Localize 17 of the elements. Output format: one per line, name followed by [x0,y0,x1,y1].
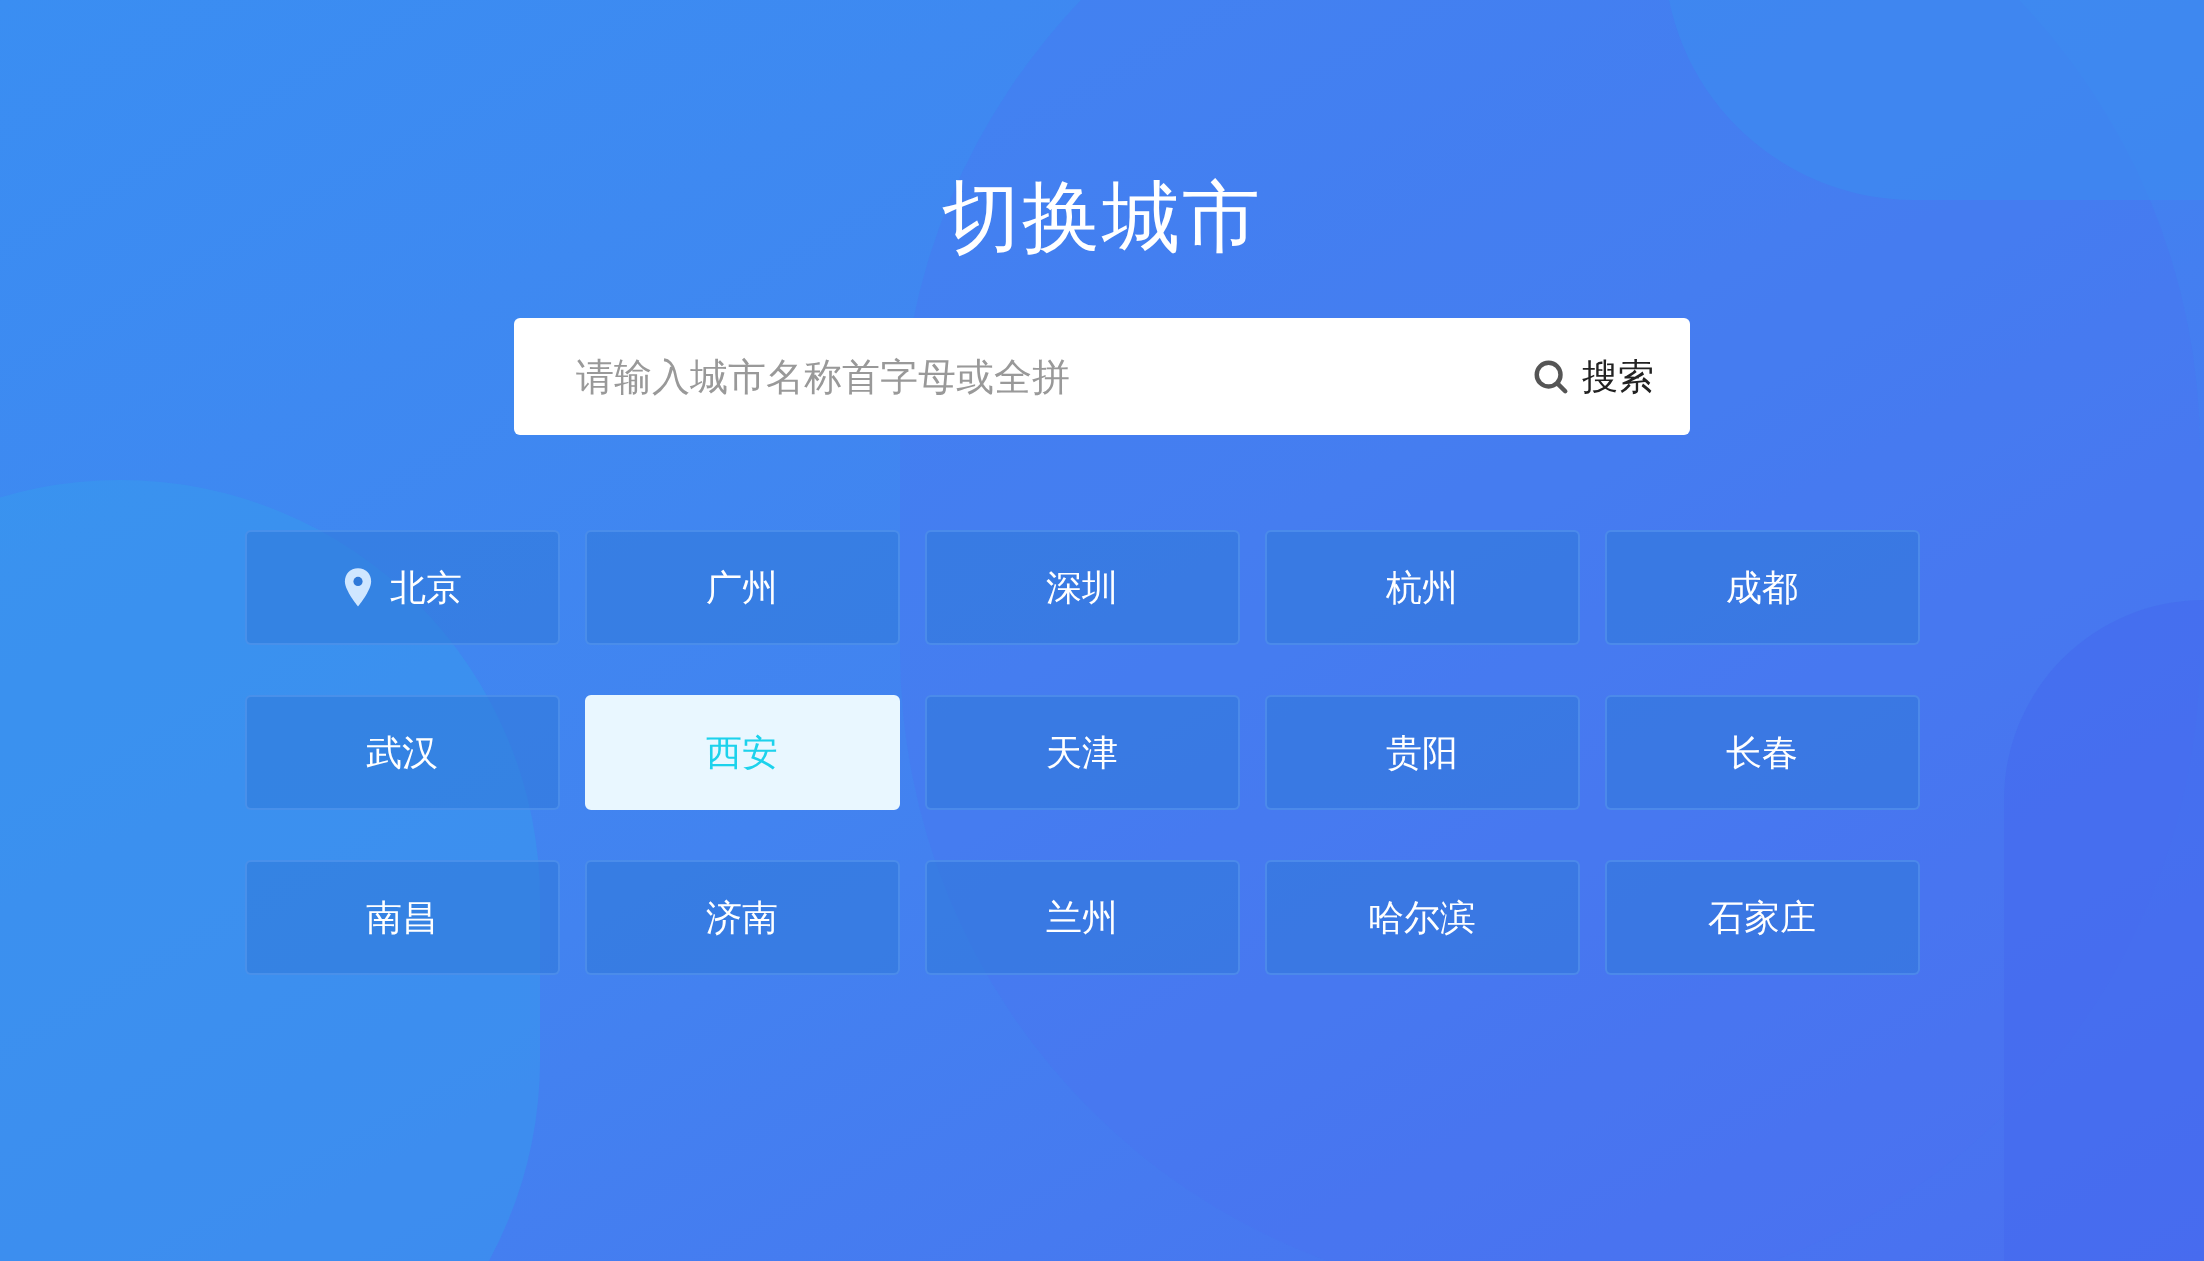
city-button[interactable]: 石家庄 [1604,860,1920,975]
city-button[interactable]: 成都 [1604,530,1920,645]
city-button[interactable]: 长春 [1604,695,1920,810]
city-button[interactable]: 深圳 [924,530,1240,645]
city-button[interactable]: 广州 [584,530,900,645]
search-button[interactable]: 搜索 [1516,318,1690,435]
city-button[interactable]: 贵阳 [1264,695,1580,810]
city-button[interactable]: 杭州 [1264,530,1580,645]
city-button[interactable]: 北京 [244,530,560,645]
page-title: 切换城市 [942,178,1262,256]
city-button[interactable]: 兰州 [924,860,1240,975]
city-button[interactable]: 济南 [584,860,900,975]
city-button[interactable]: 哈尔滨 [1264,860,1580,975]
city-button[interactable]: 南昌 [244,860,560,975]
city-button[interactable]: 武汉 [244,695,560,810]
search-field[interactable]: 请输入城市名称首字母或全拼 [514,318,1516,435]
city-button[interactable]: 天津 [924,695,1240,810]
